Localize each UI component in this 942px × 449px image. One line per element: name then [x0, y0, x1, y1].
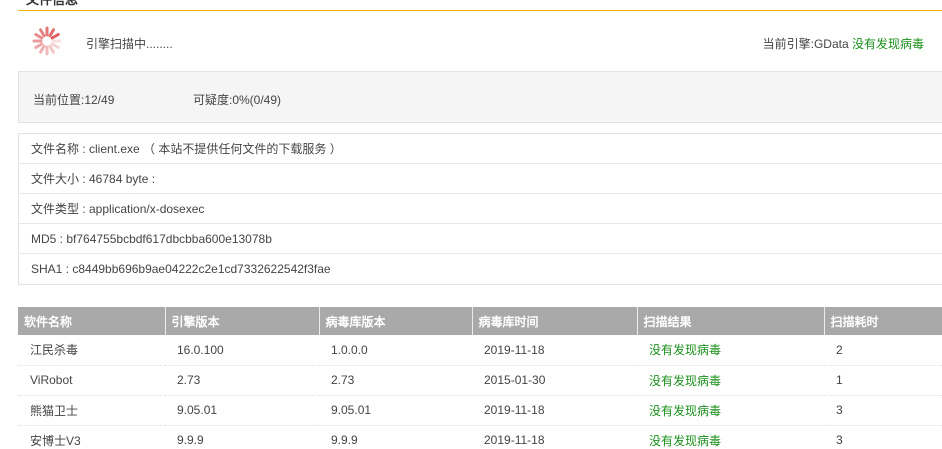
current-engine-result: 没有发现病毒 [851, 37, 924, 51]
cell-scan-result: 没有发现病毒 [637, 365, 824, 396]
section-header: 文件信息 [18, 0, 942, 11]
cell-software: ViRobot [18, 365, 165, 396]
table-row: 安博士V3 9.9.9 9.9.9 2019-11-18 没有发现病毒 3 [18, 425, 942, 449]
engine-results-table: 软件名称 引擎版本 病毒库版本 病毒库时间 扫描结果 扫描耗时 江民杀毒 16.… [18, 307, 942, 449]
col-header-engine-version: 引擎版本 [165, 307, 320, 335]
cell-db-date: 2019-11-18 [472, 335, 637, 366]
cell-db-date: 2015-01-30 [472, 365, 637, 396]
table-row: ViRobot 2.73 2.73 2015-01-30 没有发现病毒 1 [18, 365, 942, 396]
scan-status-text: 引擎扫描中........ [86, 37, 173, 51]
col-header-db-version: 病毒库版本 [319, 307, 473, 335]
cell-db-version: 9.05.01 [319, 395, 472, 426]
table-header-row: 软件名称 引擎版本 病毒库版本 病毒库时间 扫描结果 扫描耗时 [18, 307, 942, 335]
file-size-row: 文件大小 : 46784 byte : [19, 164, 942, 194]
table-row: 江民杀毒 16.0.100 1.0.0.0 2019-11-18 没有发现病毒 … [18, 335, 942, 366]
cell-db-version: 2.73 [319, 365, 472, 396]
sha1-row: SHA1 : c8449bb696b9ae04222c2e1cd73326225… [31, 262, 331, 276]
cell-scan-result: 没有发现病毒 [637, 395, 824, 426]
file-name-row: 文件名称 : client.exe （ 本站不提供任何文件的下载服务 ） [19, 134, 942, 164]
md5-row: MD5 : bf764755bcbdf617dbcbba600e13078b [19, 224, 942, 254]
col-header-scan-time: 扫描耗时 [824, 307, 942, 335]
cell-db-date: 2019-11-18 [472, 425, 637, 449]
cell-software: 江民杀毒 [18, 335, 165, 366]
cell-software: 熊猫卫士 [18, 395, 165, 426]
scan-progress-panel: 当前位置:12/49 可疑度:0%(0/49) [18, 71, 942, 123]
cell-db-version: 9.9.9 [319, 425, 472, 449]
suspicion-level: 可疑度:0%(0/49) [193, 93, 282, 107]
table-row: 熊猫卫士 9.05.01 9.05.01 2019-11-18 没有发现病毒 3 [18, 395, 942, 426]
cell-db-version: 1.0.0.0 [319, 335, 472, 366]
cell-scan-time: 2 [824, 335, 942, 366]
col-header-software: 软件名称 [18, 307, 166, 335]
scan-status-row: 引擎扫描中........ 当前引擎:GData 没有发现病毒 [18, 24, 942, 60]
cell-engine-version: 16.0.100 [165, 335, 319, 366]
loading-spinner-icon [32, 26, 62, 56]
current-engine-label: 当前引擎:GData [762, 37, 849, 51]
cell-software: 安博士V3 [18, 425, 165, 449]
current-engine-info: 当前引擎:GData 没有发现病毒 [763, 35, 924, 52]
col-header-scan-result: 扫描结果 [637, 307, 825, 335]
file-type-row: 文件类型 : application/x-dosexec [19, 194, 942, 224]
cell-scan-time: 1 [824, 365, 942, 396]
current-position: 当前位置:12/49 [33, 93, 115, 107]
cell-scan-time: 3 [824, 395, 942, 426]
cell-engine-version: 9.9.9 [165, 425, 319, 449]
cell-engine-version: 2.73 [165, 365, 319, 396]
col-header-db-date: 病毒库时间 [472, 307, 638, 335]
cell-db-date: 2019-11-18 [472, 395, 637, 426]
cell-scan-result: 没有发现病毒 [637, 425, 824, 449]
section-title: 文件信息 [26, 0, 78, 8]
cell-scan-result: 没有发现病毒 [637, 335, 824, 366]
file-info-panel: 文件名称 : client.exe （ 本站不提供任何文件的下载服务 ） 文件大… [18, 133, 942, 285]
cell-scan-time: 3 [824, 425, 942, 449]
cell-engine-version: 9.05.01 [165, 395, 319, 426]
